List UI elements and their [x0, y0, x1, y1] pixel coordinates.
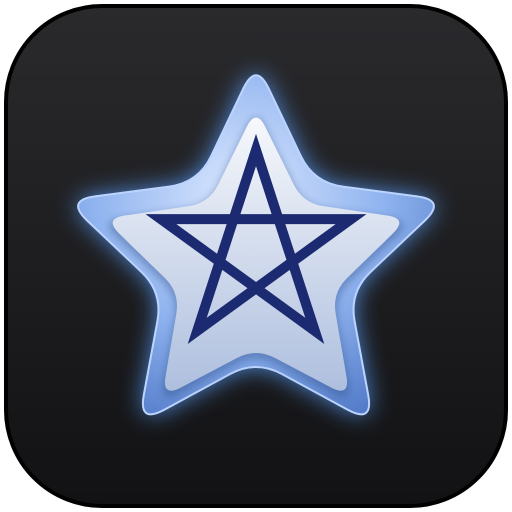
app-icon-graphic — [4, 4, 508, 508]
app-icon[interactable] — [0, 0, 512, 512]
